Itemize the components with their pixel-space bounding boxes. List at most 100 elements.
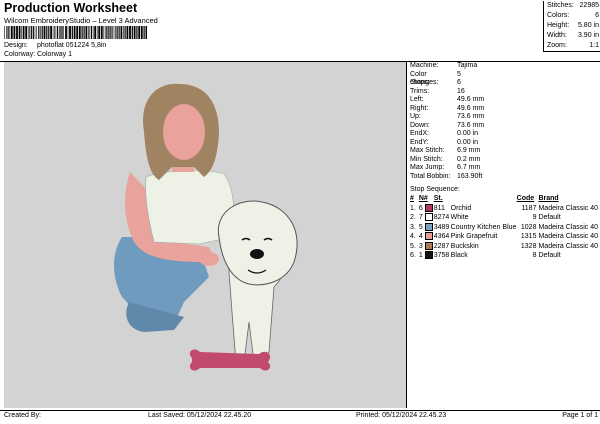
machine-info-label: Up:	[410, 113, 421, 120]
machine-info-row: Color changes: 5	[410, 71, 598, 87]
stat-row: Width: 3.90 in	[544, 31, 600, 41]
thread-brand: Default	[538, 214, 561, 221]
table-row: 1. 6 811 Orchid 1187 Madeira Classic 40	[410, 203, 598, 214]
stat-row: Colors: 6	[544, 11, 600, 21]
color-name: Orchid	[450, 204, 472, 212]
machine-info-label: Left:	[410, 96, 424, 103]
footer-divider	[0, 410, 600, 411]
page-number: Page 1 of 1	[562, 412, 598, 419]
thread-number: 8274	[433, 214, 450, 221]
col-color-name	[451, 195, 517, 204]
row-number: 5.	[410, 242, 416, 250]
machine-info-row: Max Stitch: 6.9 mm	[410, 147, 598, 156]
row-number: 6.	[410, 252, 416, 259]
thread-code: 1315	[520, 233, 537, 240]
machine-info-label: Max Jump:	[410, 164, 445, 171]
stat-label: Stitches:	[547, 2, 574, 9]
stat-label: Colors:	[547, 12, 570, 19]
color-name: Country Kitchen Blue	[450, 223, 517, 231]
row-number: 4.	[410, 233, 416, 240]
thread-brand: Madeira Classic 40	[538, 204, 598, 212]
colorway-value: Colorway 1	[37, 51, 73, 58]
machine-info-value: 163.90ft	[457, 172, 483, 180]
color-name: Pink Grapefruit	[450, 233, 498, 240]
machine-info-value: 0.00 in	[457, 138, 479, 146]
stat-value: 5.80 in	[577, 22, 599, 29]
machine-info-row: Right: 49.6 mm	[410, 105, 598, 114]
machine-info-label: Stops:	[410, 79, 430, 86]
design-label: Design:	[4, 42, 28, 49]
color-name: Black	[450, 252, 468, 259]
machine-info-row: EndX: 0.00 in	[410, 130, 598, 139]
colorway-label: Colorway:	[4, 51, 36, 58]
color-swatch	[424, 203, 433, 212]
row-number: 3.	[410, 223, 416, 231]
machine-info-value: 0.00 in	[457, 130, 479, 137]
design-value: photoflat 051224 5,8in	[37, 42, 107, 49]
thread-code: 1028	[520, 223, 537, 231]
needle-number: 7	[419, 213, 434, 223]
needle-number: 3	[419, 241, 434, 252]
machine-info-row: Down: 73.6 mm	[410, 122, 598, 131]
machine-info-label: Max Stitch:	[410, 147, 445, 154]
created-by: Created By:	[4, 412, 41, 419]
last-saved: Last Saved: 05/12/2024 22.45.20	[148, 412, 252, 419]
machine-info-value: 6.9 mm	[457, 147, 481, 154]
software-name: Wilcom EmbroideryStudio – Level 3 Advanc…	[4, 16, 158, 25]
machine-info-row: Max Jump: 6.7 mm	[410, 164, 598, 173]
printed-date: Printed: 05/12/2024 22.45.23	[356, 412, 447, 419]
thread-number: 3758	[433, 252, 450, 259]
thread-brand: Madeira Classic 40	[538, 242, 598, 250]
col-stitches: St.	[433, 195, 443, 202]
stat-value: 1:1	[589, 42, 599, 49]
stat-value: 6	[595, 12, 599, 19]
stat-value: 22985	[579, 2, 599, 9]
needle-number: 5	[419, 222, 434, 233]
color-name: Buckskin	[450, 242, 479, 250]
color-swatch	[424, 241, 433, 250]
needle-number: 6	[419, 203, 434, 214]
stop-sequence-table: # N# St. Code Brand 1. 6 811 Orchid 1187…	[410, 195, 598, 261]
col-brand: Brand	[538, 195, 559, 202]
machine-info-label: EndX:	[410, 130, 430, 137]
machine-info-row: Up: 73.6 mm	[410, 113, 598, 122]
stat-row: Stitches: 22985	[544, 1, 600, 11]
barcode-image	[4, 26, 147, 39]
machine-info-row: Total Bobbin: 163.90ft	[410, 173, 598, 182]
design-preview	[4, 62, 407, 408]
table-row: 4. 4 4364 Pink Grapefruit 1315 Madeira C…	[410, 232, 598, 242]
thread-code: 8	[532, 252, 537, 259]
needle-number: 1	[419, 251, 434, 261]
stat-value: 3.90 in	[577, 32, 599, 39]
machine-info-row: Trims: 16	[410, 88, 598, 97]
machine-info-row: Left: 49.6 mm	[410, 96, 598, 105]
machine-info-row: Machine: Tajima	[410, 62, 598, 71]
machine-info-label: Right:	[410, 104, 429, 112]
color-swatch	[424, 251, 433, 260]
footer: Created By: Last Saved: 05/12/2024 22.45…	[4, 412, 598, 422]
machine-info-label: EndY:	[410, 138, 429, 146]
machine-info-label: Min Stitch:	[410, 155, 443, 163]
machine-info-label: Down:	[410, 121, 430, 129]
thread-number: 4364	[433, 233, 450, 240]
machine-info-label: Trims:	[410, 87, 430, 95]
col-needle: N#	[418, 195, 428, 202]
stat-label: Height:	[547, 22, 570, 29]
machine-info-value: 16	[457, 87, 465, 95]
machine-info-row: Min Stitch: 0.2 mm	[410, 156, 598, 165]
page-title: Production Worksheet	[4, 1, 138, 15]
col-number: #	[410, 195, 414, 202]
thread-brand: Madeira Classic 40	[538, 223, 598, 231]
machine-info-value: 73.6 mm	[457, 121, 485, 129]
machine-info-value: Tajima	[457, 62, 478, 69]
design-stats-panel: Stitches: 22985 Colors: 6 Height: 5.80 in Widt…	[543, 1, 600, 52]
machine-info-value: 6	[457, 79, 461, 86]
thread-code: 1187	[521, 204, 537, 212]
machine-info-value: 73.6 mm	[457, 113, 485, 120]
thread-number: 811	[433, 204, 445, 212]
machine-info-row: EndY: 0.00 in	[410, 139, 598, 148]
table-row: 2. 7 8274 White 9 Default	[410, 213, 598, 223]
thread-code: 9	[532, 214, 537, 221]
thread-number: 2287	[433, 242, 450, 250]
machine-info-row: Stops: 6	[410, 79, 598, 88]
